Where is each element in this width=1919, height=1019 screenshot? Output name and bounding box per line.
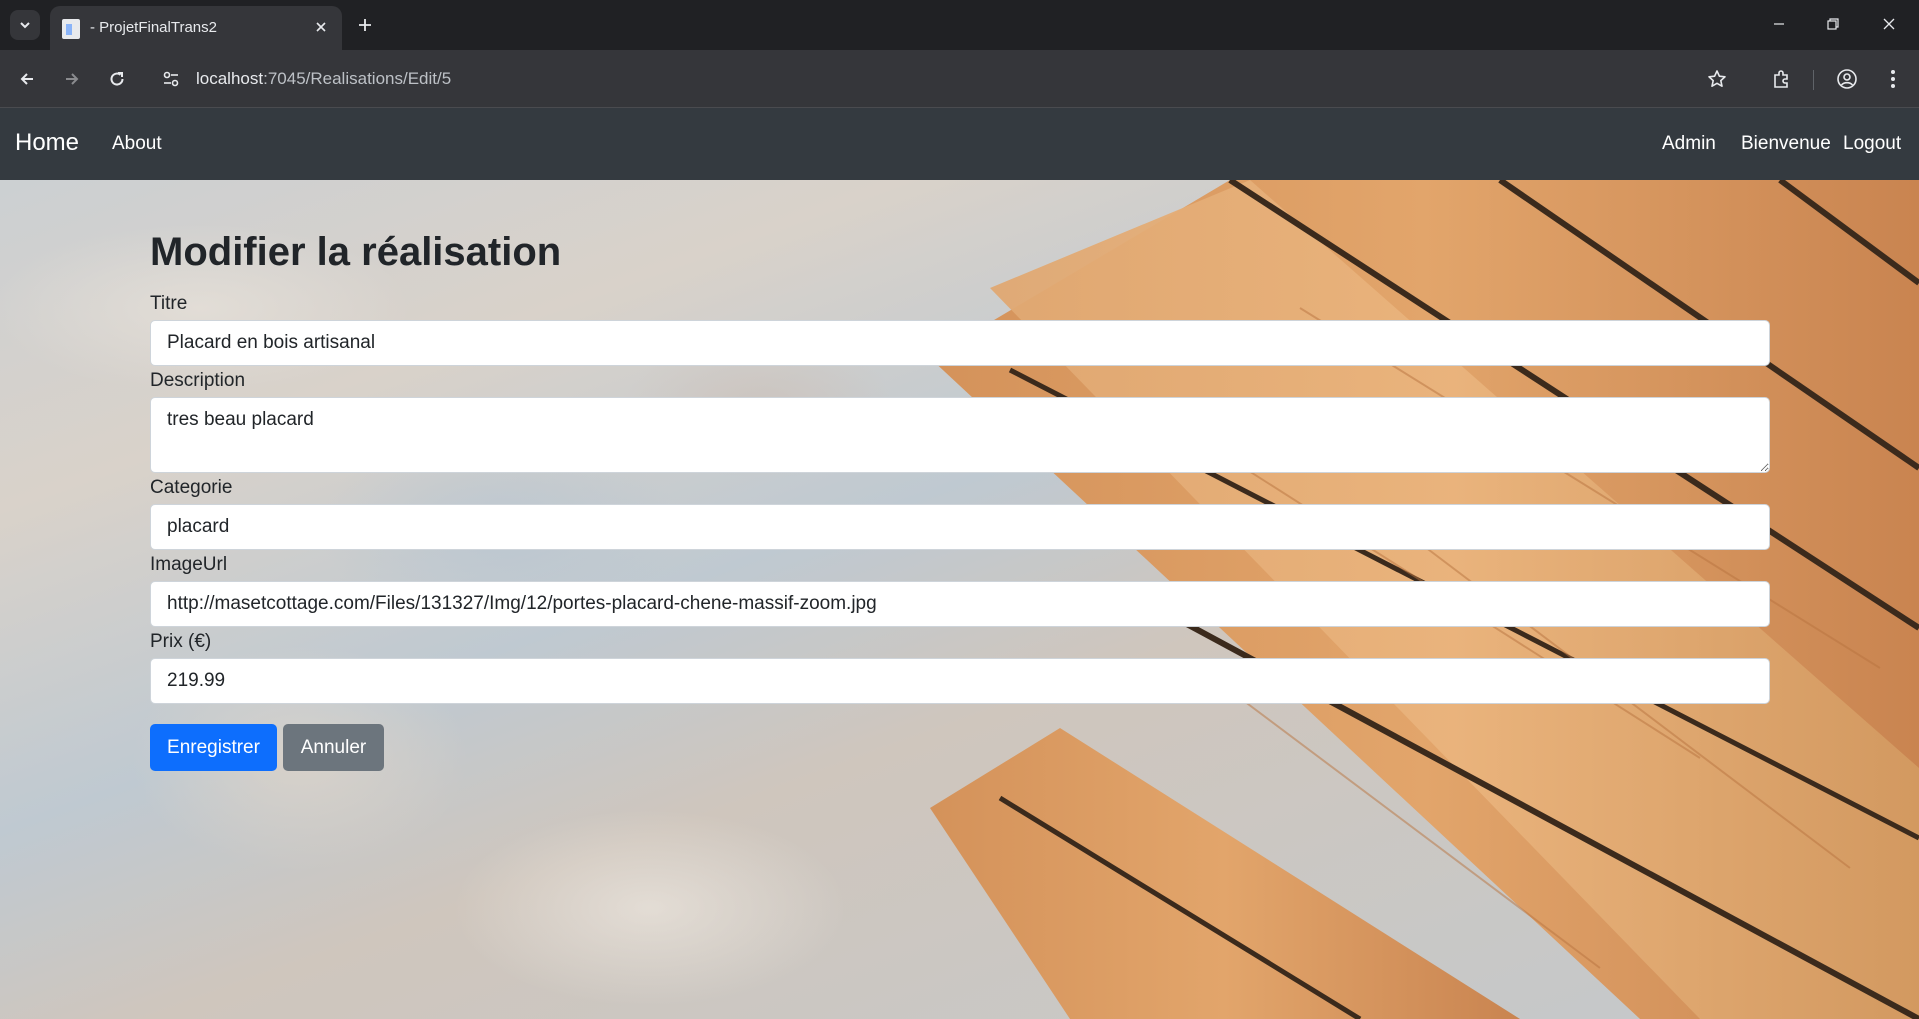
categorie-input[interactable] <box>150 504 1770 550</box>
titre-input[interactable] <box>150 320 1770 366</box>
reload-icon <box>110 72 124 86</box>
browser-tab[interactable]: - ProjetFinalTrans2 <box>50 6 342 50</box>
arrow-right-icon <box>66 73 79 85</box>
site-navbar: Home About Admin Bienvenue Logout <box>0 108 1919 180</box>
tune-icon <box>163 71 179 87</box>
address-bar[interactable]: localhost:7045/Realisations/Edit/5 <box>150 58 1740 100</box>
imageurl-label: ImageUrl <box>150 554 228 575</box>
puzzle-icon <box>1774 70 1788 88</box>
minimize-button[interactable] <box>1756 8 1802 40</box>
menu-button[interactable] <box>1877 63 1909 95</box>
back-button[interactable] <box>11 63 43 95</box>
bookmark-button[interactable] <box>1701 63 1733 95</box>
browser-tabstrip: - ProjetFinalTrans2 <box>0 0 1919 50</box>
address-host: localhost <box>196 69 264 88</box>
restore-button[interactable] <box>1810 8 1856 40</box>
site-info-button[interactable] <box>160 68 182 90</box>
categorie-label: Categorie <box>150 477 233 498</box>
address-path: :7045/Realisations/Edit/5 <box>263 69 452 88</box>
star-icon <box>1708 70 1726 87</box>
address-url: localhost:7045/Realisations/Edit/5 <box>196 69 451 89</box>
tab-title: - ProjetFinalTrans2 <box>90 19 217 36</box>
cancel-button[interactable]: Annuler <box>283 724 384 771</box>
description-textarea[interactable]: tres beau placard <box>150 397 1770 473</box>
chevron-down-icon <box>20 22 30 29</box>
welcome-text: Bienvenue <box>1741 133 1831 154</box>
plus-icon <box>359 19 371 31</box>
page-viewport: Home About Admin Bienvenue Logout Modifi… <box>0 108 1919 1019</box>
close-icon <box>1883 18 1895 30</box>
page-favicon-icon <box>62 19 80 39</box>
close-icon <box>316 22 326 32</box>
close-window-button[interactable] <box>1866 8 1912 40</box>
prix-input[interactable] <box>150 658 1770 704</box>
extensions-button[interactable] <box>1765 63 1797 95</box>
description-label: Description <box>150 370 246 391</box>
home-link[interactable]: Home <box>15 129 79 157</box>
page-title: Modifier la réalisation <box>150 230 562 274</box>
minimize-icon <box>1774 23 1784 25</box>
titre-label: Titre <box>150 293 188 314</box>
reload-button[interactable] <box>101 63 133 95</box>
new-tab-button[interactable] <box>352 12 378 38</box>
toolbar-separator <box>1813 70 1814 90</box>
tab-close-button[interactable] <box>310 16 332 38</box>
profile-button[interactable] <box>1831 63 1863 95</box>
save-button[interactable]: Enregistrer <box>150 724 277 771</box>
prix-label: Prix (€) <box>150 631 212 652</box>
imageurl-input[interactable] <box>150 581 1770 627</box>
admin-link[interactable]: Admin <box>1662 133 1716 155</box>
tab-search-button[interactable] <box>10 10 40 40</box>
account-icon <box>1837 69 1857 89</box>
forward-button[interactable] <box>56 63 88 95</box>
logout-link[interactable]: Logout <box>1843 133 1901 155</box>
about-link[interactable]: About <box>112 133 162 155</box>
more-vert-icon <box>1891 70 1895 88</box>
browser-toolbar: localhost:7045/Realisations/Edit/5 <box>0 50 1919 108</box>
arrow-left-icon <box>20 73 33 85</box>
restore-icon <box>1827 18 1839 30</box>
